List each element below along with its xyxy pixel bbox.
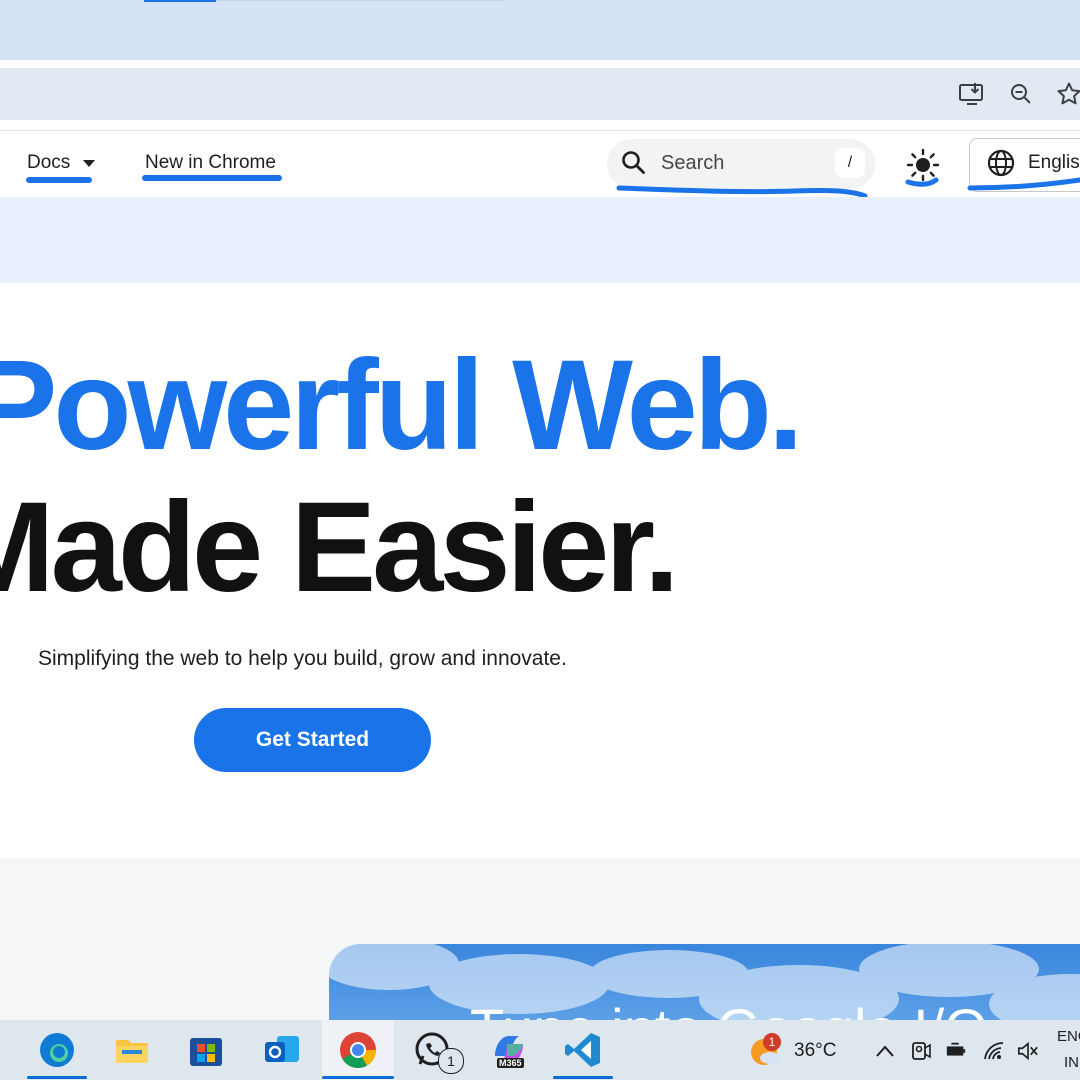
hero-subtitle: Simplifying the web to help you build, g… xyxy=(38,647,567,670)
browser-address-bar[interactable] xyxy=(0,68,1080,120)
hero-headline-line2: Made Easier. xyxy=(0,476,680,619)
weather-badge: 1 xyxy=(763,1033,781,1051)
hero-headline-line1: Powerful Web. xyxy=(0,334,803,477)
bookmark-star-icon[interactable] xyxy=(1055,80,1080,108)
m365-label: M365 xyxy=(497,1058,524,1068)
nav-docs-label: Docs xyxy=(27,152,71,173)
vscode-icon[interactable] xyxy=(561,1028,605,1072)
outlook-icon[interactable] xyxy=(260,1028,304,1072)
nav-new-in-chrome[interactable]: New in Chrome xyxy=(145,152,276,174)
caret-down-icon xyxy=(82,159,95,167)
toolbar-gap xyxy=(0,60,1080,68)
tab-separator xyxy=(216,0,506,1)
speaker-muted-icon[interactable] xyxy=(1017,1040,1039,1062)
search-icon xyxy=(621,150,647,181)
search-input[interactable]: Search xyxy=(661,152,724,175)
input-language-line1[interactable]: ENG xyxy=(1057,1028,1080,1045)
get-started-button[interactable]: Get Started xyxy=(194,708,431,772)
chrome-icon[interactable] xyxy=(336,1028,380,1072)
whatsapp-badge: 1 xyxy=(438,1048,464,1074)
microsoft-store-icon[interactable] xyxy=(184,1028,228,1072)
wifi-icon[interactable] xyxy=(983,1040,1005,1062)
battery-icon[interactable] xyxy=(945,1040,967,1062)
install-app-icon[interactable] xyxy=(958,80,986,108)
annotation-underline-docs xyxy=(26,177,92,183)
browser-tab-strip xyxy=(0,0,1080,60)
chevron-up-icon[interactable] xyxy=(874,1040,896,1062)
vscode-running-indicator xyxy=(553,1076,613,1079)
active-tab-indicator xyxy=(144,0,216,2)
annotation-underline-theme xyxy=(905,177,939,187)
annotation-underline-language xyxy=(967,177,1080,191)
edge-icon[interactable] xyxy=(35,1028,79,1072)
nav-docs-dropdown[interactable]: Docs xyxy=(27,152,96,174)
annotation-underline-new-in-chrome xyxy=(142,175,282,181)
language-label: Englis xyxy=(1028,152,1080,173)
temperature-label[interactable]: 36°C xyxy=(794,1040,836,1062)
edge-running-indicator xyxy=(27,1076,87,1079)
meet-now-icon[interactable] xyxy=(910,1040,932,1062)
zoom-out-icon[interactable] xyxy=(1007,80,1035,108)
chrome-running-indicator xyxy=(322,1076,394,1079)
input-language-line2[interactable]: IN xyxy=(1064,1054,1079,1071)
announcement-banner xyxy=(0,197,1080,283)
file-explorer-icon[interactable] xyxy=(110,1028,154,1072)
search-shortcut-key: / xyxy=(835,148,865,178)
